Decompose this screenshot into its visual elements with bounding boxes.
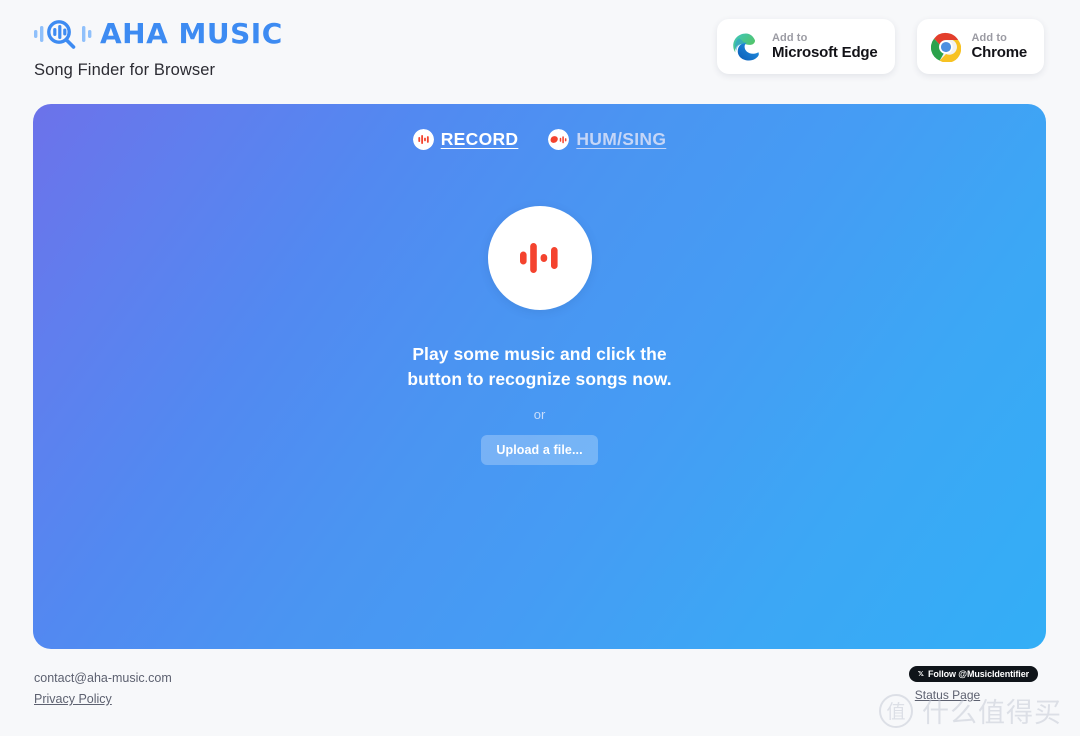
tab-record-label: RECORD bbox=[440, 129, 519, 149]
instruction-text: Play some music and click the button to … bbox=[407, 342, 671, 392]
magnifier-waveform-icon bbox=[34, 19, 92, 49]
add-to-chrome-button[interactable]: Add to Chrome bbox=[916, 19, 1044, 74]
page-header: AHA MUSIC Song Finder for Browser Add to… bbox=[0, 0, 1080, 92]
or-separator-label: or bbox=[533, 407, 546, 422]
chrome-button-sublabel: Add to bbox=[971, 31, 1007, 44]
footer-left: contact@aha-music.com Privacy Policy bbox=[34, 669, 172, 708]
brand-name: AHA MUSIC bbox=[100, 17, 283, 50]
waveform-circle-icon bbox=[412, 129, 434, 150]
contact-email: contact@aha-music.com bbox=[34, 671, 172, 685]
brand-row: AHA MUSIC bbox=[34, 16, 283, 52]
record-area: Play some music and click the button to … bbox=[33, 206, 1046, 465]
brand: AHA MUSIC Song Finder for Browser bbox=[34, 16, 283, 80]
microsoft-edge-icon bbox=[731, 32, 761, 62]
tab-hum-sing-label: HUM/SING bbox=[576, 129, 667, 149]
upload-file-button[interactable]: Upload a file... bbox=[481, 435, 598, 465]
chrome-button-text: Add to Chrome bbox=[971, 31, 1028, 62]
status-page-link[interactable]: Status Page bbox=[915, 688, 980, 702]
edge-button-sublabel: Add to bbox=[771, 31, 808, 44]
instruction-line-2: button to recognize songs now. bbox=[407, 369, 672, 389]
recognition-panel: RECORD HUM/SING Play some music and clic… bbox=[33, 104, 1046, 649]
x-twitter-icon: 𝕩 bbox=[917, 668, 925, 679]
footer-right: 𝕩 Follow @MusicIdentifier Status Page bbox=[908, 666, 1038, 702]
chrome-button-label: Chrome bbox=[971, 44, 1028, 62]
edge-button-text: Add to Microsoft Edge bbox=[772, 32, 878, 62]
instruction-line-1: Play some music and click the bbox=[412, 344, 667, 364]
add-to-edge-button[interactable]: Add to Microsoft Edge bbox=[716, 19, 895, 74]
x-follow-label: Follow @MusicIdentifier bbox=[928, 668, 1029, 679]
privacy-policy-link[interactable]: Privacy Policy bbox=[34, 690, 112, 708]
tab-hum-sing[interactable]: HUM/SING bbox=[548, 129, 666, 152]
store-buttons: Add to Microsoft Edge Add to Chrome bbox=[716, 19, 1044, 74]
lips-waveform-icon bbox=[548, 129, 570, 150]
x-follow-button[interactable]: 𝕩 Follow @MusicIdentifier bbox=[908, 666, 1038, 682]
audio-bars-icon bbox=[514, 232, 566, 284]
edge-button-label: Microsoft Edge bbox=[771, 44, 878, 62]
mode-tabs: RECORD HUM/SING bbox=[33, 129, 1046, 152]
google-chrome-icon bbox=[930, 32, 961, 62]
record-button[interactable] bbox=[487, 206, 592, 310]
tab-record[interactable]: RECORD bbox=[412, 129, 519, 152]
brand-tagline: Song Finder for Browser bbox=[34, 61, 216, 79]
